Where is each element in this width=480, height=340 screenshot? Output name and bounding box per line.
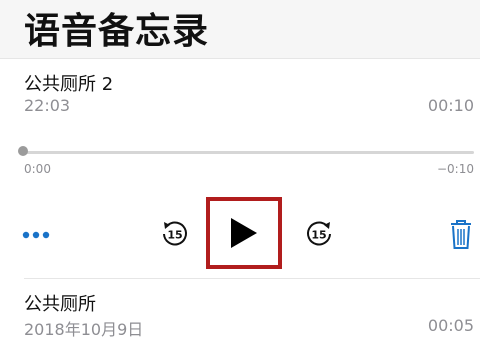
more-options-button[interactable] xyxy=(22,225,50,245)
skip-forward-15-icon: 15 xyxy=(307,221,331,246)
skip-back-button[interactable]: 15 xyxy=(160,219,190,249)
recording-duration: 00:05 xyxy=(427,316,474,335)
trash-icon xyxy=(451,220,471,249)
more-dots-icon xyxy=(22,231,50,239)
play-button[interactable] xyxy=(206,197,282,269)
skip-forward-button[interactable]: 15 xyxy=(304,219,334,249)
playback-controls: 15 15 xyxy=(0,195,480,275)
scrubber-handle[interactable] xyxy=(18,146,28,156)
delete-button[interactable] xyxy=(448,217,474,251)
recording-title: 公共厕所 2 xyxy=(24,74,114,95)
skip-back-seconds-label: 15 xyxy=(167,229,182,242)
playback-scrubber[interactable] xyxy=(24,151,474,154)
recording-time: 22:03 xyxy=(24,96,71,115)
header-area: 语音备忘录 xyxy=(0,0,480,58)
remaining-time: −0:10 xyxy=(436,162,474,176)
skip-forward-seconds-label: 15 xyxy=(311,229,326,242)
recording-duration: 00:10 xyxy=(427,96,474,115)
skip-back-15-icon: 15 xyxy=(163,221,187,246)
recording-title: 公共厕所 xyxy=(24,294,96,315)
elapsed-time: 0:00 xyxy=(24,162,51,176)
recording-divider xyxy=(24,278,480,279)
page-title: 语音备忘录 xyxy=(24,11,210,52)
header-divider xyxy=(0,58,480,59)
play-icon xyxy=(231,218,257,248)
recording-date: 2018年10月9日 xyxy=(24,320,144,339)
